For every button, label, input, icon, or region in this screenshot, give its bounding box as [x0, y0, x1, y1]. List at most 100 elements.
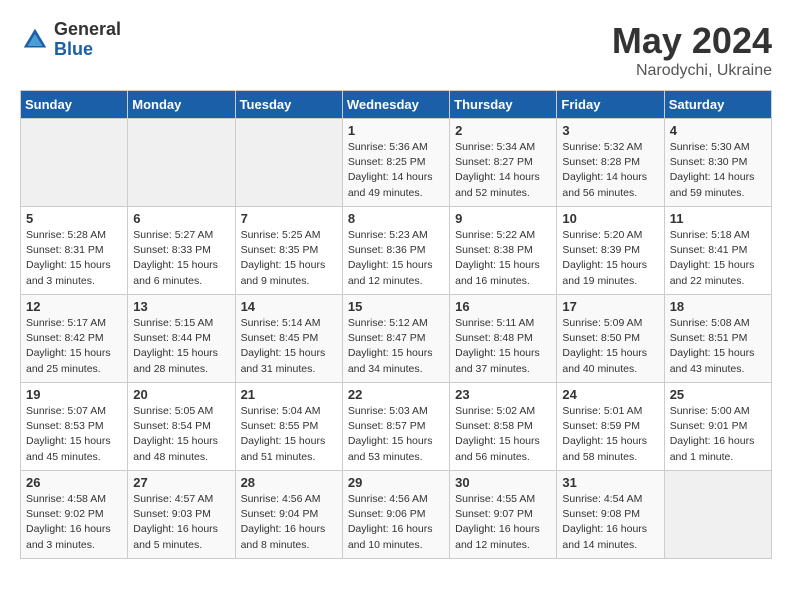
day-number: 31 — [562, 475, 658, 490]
week-row-4: 19 Sunrise: 5:07 AM Sunset: 8:53 PM Dayli… — [21, 383, 772, 471]
day-number: 14 — [241, 299, 337, 314]
day-info: Sunrise: 5:03 AM Sunset: 8:57 PM Dayligh… — [348, 404, 444, 465]
calendar-cell: 19 Sunrise: 5:07 AM Sunset: 8:53 PM Dayli… — [21, 383, 128, 471]
day-number: 6 — [133, 211, 229, 226]
day-number: 3 — [562, 123, 658, 138]
day-info: Sunrise: 5:27 AM Sunset: 8:33 PM Dayligh… — [133, 228, 229, 289]
day-info: Sunrise: 5:25 AM Sunset: 8:35 PM Dayligh… — [241, 228, 337, 289]
calendar-cell: 12Sunrise: 5:17 AM Sunset: 8:42 PM Dayli… — [21, 295, 128, 383]
calendar-cell: 13Sunrise: 5:15 AM Sunset: 8:44 PM Dayli… — [128, 295, 235, 383]
week-row-1: 1 Sunrise: 5:36 AM Sunset: 8:25 PM Daylig… — [21, 119, 772, 207]
logo-general-text: General — [54, 20, 121, 40]
calendar-cell: 8 Sunrise: 5:23 AM Sunset: 8:36 PM Daylig… — [342, 207, 449, 295]
day-info: Sunrise: 5:02 AM Sunset: 8:58 PM Dayligh… — [455, 404, 551, 465]
calendar-cell: 14 Sunrise: 5:14 AM Sunset: 8:45 PM Dayli… — [235, 295, 342, 383]
logo-blue-text: Blue — [54, 40, 121, 60]
weekday-saturday: Saturday — [664, 91, 771, 119]
day-number: 18 — [670, 299, 766, 314]
calendar-cell: 10 Sunrise: 5:20 AM Sunset: 8:39 PM Dayli… — [557, 207, 664, 295]
day-number: 19 — [26, 387, 122, 402]
calendar-cell: 5Sunrise: 5:28 AM Sunset: 8:31 PM Daylig… — [21, 207, 128, 295]
day-info: Sunrise: 5:23 AM Sunset: 8:36 PM Dayligh… — [348, 228, 444, 289]
day-info: Sunrise: 5:12 AM Sunset: 8:47 PM Dayligh… — [348, 316, 444, 377]
day-info: Sunrise: 5:18 AM Sunset: 8:41 PM Dayligh… — [670, 228, 766, 289]
day-number: 15 — [348, 299, 444, 314]
day-number: 8 — [348, 211, 444, 226]
day-info: Sunrise: 5:22 AM Sunset: 8:38 PM Dayligh… — [455, 228, 551, 289]
day-number: 26 — [26, 475, 122, 490]
calendar-cell: 30 Sunrise: 4:55 AM Sunset: 9:07 PM Dayli… — [450, 471, 557, 559]
day-number: 23 — [455, 387, 551, 402]
day-number: 20 — [133, 387, 229, 402]
day-info: Sunrise: 5:11 AM Sunset: 8:48 PM Dayligh… — [455, 316, 551, 377]
calendar-cell: 11Sunrise: 5:18 AM Sunset: 8:41 PM Dayli… — [664, 207, 771, 295]
calendar-cell: 7 Sunrise: 5:25 AM Sunset: 8:35 PM Daylig… — [235, 207, 342, 295]
day-info: Sunrise: 5:01 AM Sunset: 8:59 PM Dayligh… — [562, 404, 658, 465]
day-number: 12 — [26, 299, 122, 314]
weekday-header-row: SundayMondayTuesdayWednesdayThursdayFrid… — [21, 91, 772, 119]
location: Narodychi, Ukraine — [612, 62, 772, 80]
calendar-header: SundayMondayTuesdayWednesdayThursdayFrid… — [21, 91, 772, 119]
day-info: Sunrise: 4:54 AM Sunset: 9:08 PM Dayligh… — [562, 492, 658, 553]
weekday-tuesday: Tuesday — [235, 91, 342, 119]
day-info: Sunrise: 4:57 AM Sunset: 9:03 PM Dayligh… — [133, 492, 229, 553]
weekday-monday: Monday — [128, 91, 235, 119]
logo: General Blue — [20, 20, 121, 60]
day-info: Sunrise: 5:07 AM Sunset: 8:53 PM Dayligh… — [26, 404, 122, 465]
calendar-cell: 2 Sunrise: 5:34 AM Sunset: 8:27 PM Daylig… — [450, 119, 557, 207]
day-number: 10 — [562, 211, 658, 226]
day-number: 4 — [670, 123, 766, 138]
calendar-cell: 28 Sunrise: 4:56 AM Sunset: 9:04 PM Dayli… — [235, 471, 342, 559]
weekday-sunday: Sunday — [21, 91, 128, 119]
day-info: Sunrise: 5:34 AM Sunset: 8:27 PM Dayligh… — [455, 140, 551, 201]
day-number: 28 — [241, 475, 337, 490]
day-info: Sunrise: 5:14 AM Sunset: 8:45 PM Dayligh… — [241, 316, 337, 377]
day-info: Sunrise: 5:36 AM Sunset: 8:25 PM Dayligh… — [348, 140, 444, 201]
day-number: 7 — [241, 211, 337, 226]
calendar-cell: 31 Sunrise: 4:54 AM Sunset: 9:08 PM Dayli… — [557, 471, 664, 559]
day-number: 5 — [26, 211, 122, 226]
title-block: May 2024 Narodychi, Ukraine — [612, 20, 772, 80]
day-info: Sunrise: 5:32 AM Sunset: 8:28 PM Dayligh… — [562, 140, 658, 201]
calendar-cell: 17 Sunrise: 5:09 AM Sunset: 8:50 PM Dayli… — [557, 295, 664, 383]
day-number: 30 — [455, 475, 551, 490]
day-info: Sunrise: 5:05 AM Sunset: 8:54 PM Dayligh… — [133, 404, 229, 465]
day-number: 29 — [348, 475, 444, 490]
logo-icon — [20, 25, 50, 55]
calendar-cell: 3 Sunrise: 5:32 AM Sunset: 8:28 PM Daylig… — [557, 119, 664, 207]
day-info: Sunrise: 5:09 AM Sunset: 8:50 PM Dayligh… — [562, 316, 658, 377]
page-header: General Blue May 2024 Narodychi, Ukraine — [20, 20, 772, 80]
calendar-cell: 18 Sunrise: 5:08 AM Sunset: 8:51 PM Dayli… — [664, 295, 771, 383]
day-number: 27 — [133, 475, 229, 490]
calendar-cell: 27 Sunrise: 4:57 AM Sunset: 9:03 PM Dayli… — [128, 471, 235, 559]
calendar-body: 1 Sunrise: 5:36 AM Sunset: 8:25 PM Daylig… — [21, 119, 772, 559]
day-info: Sunrise: 5:08 AM Sunset: 8:51 PM Dayligh… — [670, 316, 766, 377]
calendar-table: SundayMondayTuesdayWednesdayThursdayFrid… — [20, 90, 772, 559]
day-number: 24 — [562, 387, 658, 402]
calendar-cell: 22Sunrise: 5:03 AM Sunset: 8:57 PM Dayli… — [342, 383, 449, 471]
calendar-cell: 29 Sunrise: 4:56 AM Sunset: 9:06 PM Dayli… — [342, 471, 449, 559]
weekday-thursday: Thursday — [450, 91, 557, 119]
week-row-2: 5Sunrise: 5:28 AM Sunset: 8:31 PM Daylig… — [21, 207, 772, 295]
day-info: Sunrise: 4:56 AM Sunset: 9:06 PM Dayligh… — [348, 492, 444, 553]
day-info: Sunrise: 4:55 AM Sunset: 9:07 PM Dayligh… — [455, 492, 551, 553]
calendar-cell: 9 Sunrise: 5:22 AM Sunset: 8:38 PM Daylig… — [450, 207, 557, 295]
logo-text: General Blue — [54, 20, 121, 60]
calendar-cell — [21, 119, 128, 207]
day-info: Sunrise: 5:00 AM Sunset: 9:01 PM Dayligh… — [670, 404, 766, 465]
weekday-friday: Friday — [557, 91, 664, 119]
day-number: 1 — [348, 123, 444, 138]
month-title: May 2024 — [612, 20, 772, 62]
week-row-5: 26 Sunrise: 4:58 AM Sunset: 9:02 PM Dayli… — [21, 471, 772, 559]
day-info: Sunrise: 5:20 AM Sunset: 8:39 PM Dayligh… — [562, 228, 658, 289]
day-info: Sunrise: 4:56 AM Sunset: 9:04 PM Dayligh… — [241, 492, 337, 553]
calendar-cell — [128, 119, 235, 207]
calendar-cell: 1 Sunrise: 5:36 AM Sunset: 8:25 PM Daylig… — [342, 119, 449, 207]
day-number: 17 — [562, 299, 658, 314]
day-number: 9 — [455, 211, 551, 226]
day-info: Sunrise: 4:58 AM Sunset: 9:02 PM Dayligh… — [26, 492, 122, 553]
calendar-cell: 20 Sunrise: 5:05 AM Sunset: 8:54 PM Dayli… — [128, 383, 235, 471]
day-number: 21 — [241, 387, 337, 402]
day-number: 2 — [455, 123, 551, 138]
day-info: Sunrise: 5:15 AM Sunset: 8:44 PM Dayligh… — [133, 316, 229, 377]
